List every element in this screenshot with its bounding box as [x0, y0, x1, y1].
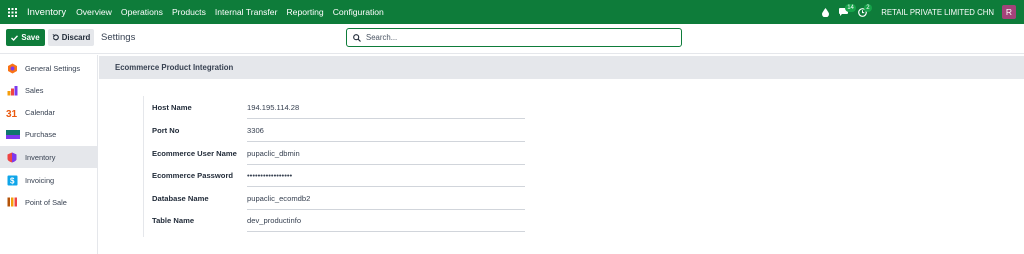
top-navbar: Inventory Overview Operations Products I…: [0, 0, 1024, 24]
activities-count-badge: 2: [864, 3, 872, 12]
sidebar-item-calendar[interactable]: 31 Calendar: [0, 101, 98, 123]
droplet-icon[interactable]: [822, 7, 830, 17]
control-panel: Save Discard Settings Search...: [0, 24, 1024, 54]
sidebar-item-sales[interactable]: Sales: [0, 79, 98, 101]
menu-products[interactable]: Products: [172, 7, 206, 17]
user-name-field[interactable]: pupaclic_dbmin: [247, 146, 525, 165]
host-name-label: Host Name: [152, 103, 192, 112]
sidebar-item-label: Invoicing: [25, 175, 55, 185]
sidebar-item-label: Purchase: [25, 129, 57, 139]
menu-overview[interactable]: Overview: [76, 7, 112, 17]
menu-reporting[interactable]: Reporting: [286, 7, 323, 17]
app-name[interactable]: Inventory: [27, 7, 66, 18]
save-label: Save: [21, 33, 40, 42]
sidebar-item-inventory[interactable]: Inventory: [0, 146, 98, 168]
table-name-label: Table Name: [152, 216, 195, 225]
sidebar-item-label: Point of Sale: [25, 197, 67, 207]
sidebar-item-label: Sales: [25, 85, 44, 95]
save-button[interactable]: Save: [6, 29, 45, 46]
settings-sidebar: General Settings Sales 31 Calendar Purch…: [0, 55, 98, 254]
sidebar-item-label: General Settings: [25, 63, 81, 73]
company-switcher[interactable]: RETAIL PRIVATE LIMITED CHN: [881, 8, 994, 17]
sidebar-item-purchase[interactable]: Purchase: [0, 123, 98, 145]
menu-operations[interactable]: Operations: [121, 7, 163, 17]
form-row-database-name: Database Name pupaclic_ecomdb2: [152, 191, 544, 211]
section-title: Ecommerce Product Integration: [115, 63, 234, 72]
purchase-icon: [6, 128, 20, 140]
calendar-icon: 31: [6, 106, 18, 118]
general-settings-icon: [6, 62, 18, 74]
sales-icon: [6, 84, 18, 96]
table-name-field[interactable]: dev_productinfo: [247, 213, 525, 232]
form-row-user-name: Ecommerce User Name pupaclic_dbmin: [152, 146, 544, 166]
sidebar-item-point-of-sale[interactable]: Point of Sale: [0, 191, 98, 213]
discard-label: Discard: [61, 33, 91, 42]
sidebar-item-invoicing[interactable]: $ Invoicing: [0, 169, 98, 191]
port-no-field[interactable]: 3306: [247, 123, 525, 142]
sidebar-item-label: Inventory: [25, 152, 56, 162]
invoicing-icon: $: [6, 174, 18, 186]
user-name-label: Ecommerce User Name: [152, 149, 237, 158]
sidebar-item-general-settings[interactable]: General Settings: [0, 57, 98, 79]
inventory-icon: [6, 151, 18, 163]
check-icon: [11, 34, 19, 41]
form-row-port-no: Port No 3306: [152, 123, 544, 143]
form-row-password: Ecommerce Password •••••••••••••••••: [152, 168, 544, 188]
sidebar-item-label: Calendar: [25, 107, 55, 117]
integration-form: Host Name 194.195.114.28 Port No 3306 Ec…: [143, 96, 543, 237]
svg-text:31: 31: [6, 109, 18, 118]
messages-count-badge: 14: [845, 4, 856, 12]
search-icon: [353, 33, 361, 42]
undo-icon: [52, 34, 59, 41]
database-name-field[interactable]: pupaclic_ecomdb2: [247, 191, 525, 210]
apps-grid-icon[interactable]: [1, 0, 23, 24]
chat-icon[interactable]: 14: [839, 4, 856, 16]
menu-configuration[interactable]: Configuration: [333, 7, 384, 17]
section-header: Ecommerce Product Integration: [99, 56, 1024, 79]
password-label: Ecommerce Password: [152, 171, 234, 180]
clock-icon[interactable]: 2: [858, 3, 872, 17]
discard-button[interactable]: Discard: [48, 29, 94, 46]
menu-internal-transfer[interactable]: Internal Transfer: [215, 7, 278, 17]
form-row-table-name: Table Name dev_productinfo: [152, 213, 544, 233]
port-no-label: Port No: [152, 126, 180, 135]
database-name-label: Database Name: [152, 194, 209, 203]
page-title: Settings: [101, 32, 136, 43]
host-name-field[interactable]: 194.195.114.28: [247, 100, 525, 119]
search-input[interactable]: Search...: [346, 28, 682, 47]
point-of-sale-icon: [6, 196, 18, 208]
svg-text:$: $: [10, 176, 15, 185]
search-placeholder: Search...: [366, 33, 398, 42]
form-row-host-name: Host Name 194.195.114.28: [152, 100, 544, 120]
user-avatar[interactable]: R: [1002, 5, 1016, 19]
password-field[interactable]: •••••••••••••••••: [247, 168, 525, 187]
